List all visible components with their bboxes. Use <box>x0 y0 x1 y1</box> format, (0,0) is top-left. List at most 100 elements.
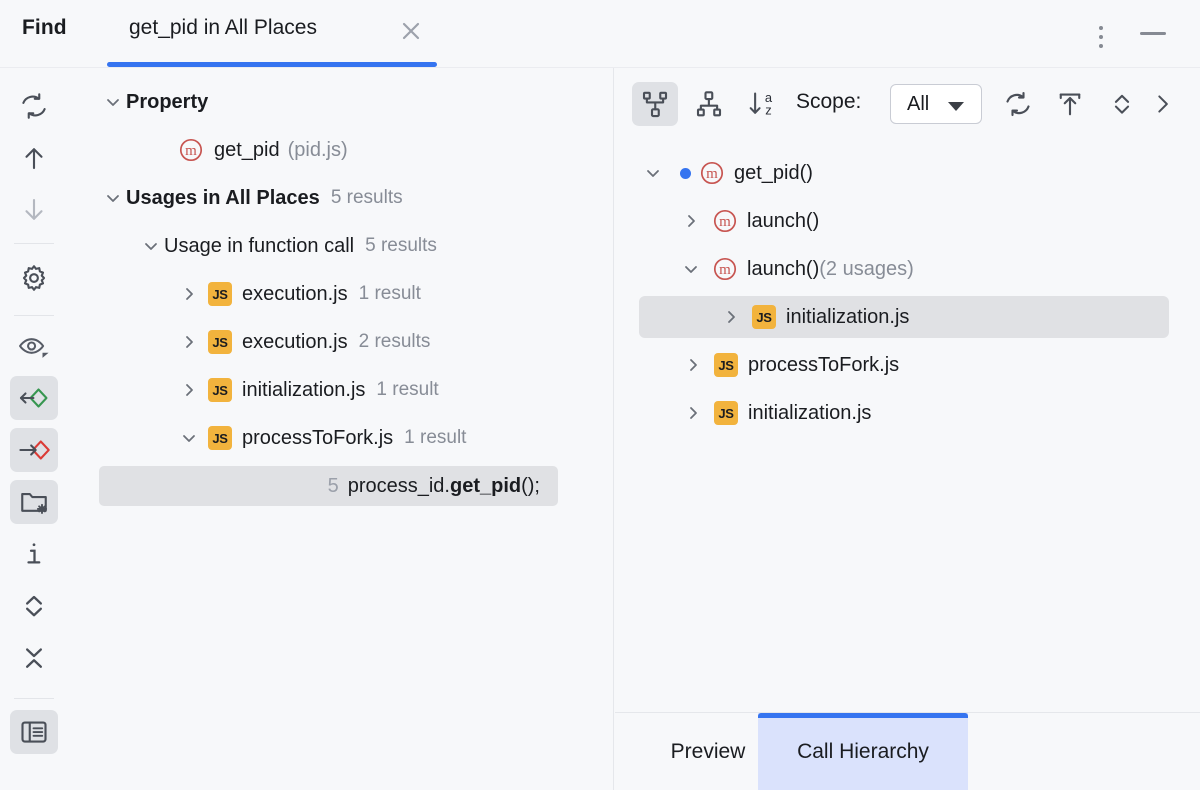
tree-node-property-group[interactable]: Property <box>68 82 614 122</box>
toolbar-divider <box>14 698 54 699</box>
code-result-row[interactable]: 5 process_id.get_pid(); <box>99 466 558 506</box>
svg-text:m: m <box>719 262 731 278</box>
tab-find-results-label: get_pid in All Places <box>129 16 317 40</box>
js-file-icon: JS <box>208 282 232 306</box>
chevron-right-icon[interactable] <box>680 352 706 378</box>
expand-all-icon[interactable] <box>10 584 58 628</box>
active-tab-underline <box>107 62 437 67</box>
hierarchy-node-label: processToFork.js <box>748 354 899 377</box>
preview-usages-eye-icon[interactable] <box>10 324 58 368</box>
overflow-chevron-icon[interactable] <box>1143 82 1181 126</box>
hierarchy-node-get-pid[interactable]: m get_pid() <box>640 152 813 194</box>
svg-text:m: m <box>706 166 718 182</box>
toggle-preview-panel-icon[interactable] <box>10 710 58 754</box>
js-file-icon: JS <box>714 353 738 377</box>
show-write-access-icon[interactable] <box>10 428 58 472</box>
code-result-line: 5 process_id.get_pid(); <box>99 466 558 506</box>
tree-node-file-execution-js-1[interactable]: JS execution.js 1 result <box>68 274 614 314</box>
code-prefix: process_id. <box>348 475 450 497</box>
close-icon[interactable] <box>398 18 424 44</box>
hierarchy-node-label: initialization.js <box>748 402 871 425</box>
chevron-down-icon[interactable] <box>100 185 126 211</box>
tree-node-file-initialization-js[interactable]: JS initialization.js 1 result <box>68 370 614 410</box>
js-file-icon: JS <box>714 401 738 425</box>
tree-node-label: processToFork.js <box>242 427 393 450</box>
tree-node-label: execution.js <box>242 331 348 354</box>
expand-collapse-icon[interactable] <box>1099 82 1145 126</box>
code-line-number: 5 <box>328 475 339 498</box>
bottom-tab-bar: Preview Call Hierarchy <box>615 713 1200 790</box>
svg-text:z: z <box>765 102 771 117</box>
toolbar-divider <box>14 243 54 244</box>
js-file-icon: JS <box>208 378 232 402</box>
hierarchy-node-launch-1[interactable]: m launch() <box>678 200 819 242</box>
current-node-marker-icon <box>680 168 691 179</box>
hierarchy-node-label: get_pid() <box>734 162 813 185</box>
chevron-down-icon <box>948 102 964 111</box>
info-icon[interactable] <box>10 532 58 576</box>
hierarchy-node-label: launch() <box>747 210 819 233</box>
group-by-file-structure-icon[interactable] <box>10 480 58 524</box>
find-results-tree: Property m get_pid (pid.js) Usages in Al… <box>68 68 614 790</box>
hierarchy-node-process-to-fork-js[interactable]: JS processToFork.js <box>680 344 899 386</box>
tab-call-hierarchy[interactable]: Call Hierarchy <box>758 713 968 790</box>
method-icon: m <box>699 160 725 186</box>
refresh-icon[interactable] <box>995 82 1041 126</box>
tree-node-label: Usages in All Places <box>126 187 320 210</box>
code-snippet: process_id.get_pid(); <box>348 475 540 498</box>
previous-occurrence-icon[interactable] <box>10 136 58 180</box>
sort-alphabetically-icon[interactable]: a z <box>740 82 786 126</box>
hierarchy-node-initialization-js[interactable]: JS initialization.js <box>680 392 871 434</box>
chevron-down-icon[interactable] <box>678 256 704 282</box>
js-file-icon: JS <box>208 426 232 450</box>
tree-node-count: 1 result <box>376 379 438 401</box>
method-icon: m <box>178 137 204 163</box>
hierarchy-node-label: initialization.js <box>786 306 909 329</box>
minimize-icon[interactable] <box>1138 14 1168 52</box>
find-toolbar <box>0 68 68 790</box>
chevron-right-icon[interactable] <box>176 377 202 403</box>
scope-dropdown[interactable]: All <box>890 84 982 124</box>
method-icon: m <box>712 208 738 234</box>
next-occurrence-icon[interactable] <box>10 188 58 232</box>
rerun-search-icon[interactable] <box>10 84 58 128</box>
chevron-down-icon[interactable] <box>640 160 666 186</box>
chevron-right-icon[interactable] <box>678 208 704 234</box>
hierarchy-node-launch-2[interactable]: m launch() (2 usages) <box>678 248 914 290</box>
settings-gear-icon[interactable] <box>10 256 58 300</box>
scope-dropdown-value: All <box>907 93 929 116</box>
tree-node-file-process-to-fork-js[interactable]: JS processToFork.js 1 result <box>68 418 614 458</box>
chevron-down-icon[interactable] <box>138 233 164 259</box>
tree-node-file-execution-js-2[interactable]: JS execution.js 2 results <box>68 322 614 362</box>
chevron-right-icon[interactable] <box>680 400 706 426</box>
chevron-right-icon[interactable] <box>176 281 202 307</box>
hierarchy-node-usages: (2 usages) <box>819 258 914 281</box>
collapse-all-icon[interactable] <box>10 636 58 680</box>
callee-hierarchy-icon[interactable] <box>632 82 678 126</box>
find-tool-window: Find get_pid in All Places <box>0 0 1200 790</box>
tree-node-usage-in-function-call[interactable]: Usage in function call 5 results <box>68 226 614 266</box>
tree-node-usages-group[interactable]: Usages in All Places 5 results <box>68 178 614 218</box>
code-match: get_pid <box>450 475 521 497</box>
chevron-right-icon[interactable] <box>176 329 202 355</box>
tab-find-results[interactable]: get_pid in All Places <box>107 0 437 67</box>
tree-node-property-get-pid[interactable]: m get_pid (pid.js) <box>68 130 614 170</box>
chevron-right-icon[interactable] <box>718 304 744 330</box>
tab-preview[interactable]: Preview <box>638 713 778 790</box>
caller-hierarchy-icon[interactable] <box>686 82 732 126</box>
code-suffix: (); <box>521 475 540 497</box>
tab-preview-label: Preview <box>671 740 746 764</box>
hierarchy-node-initialization-js-nested[interactable]: JS initialization.js <box>718 296 909 338</box>
tree-node-label: Property <box>126 91 208 114</box>
chevron-down-icon[interactable] <box>100 89 126 115</box>
toolbar-divider <box>14 315 54 316</box>
tree-node-label: get_pid <box>214 139 280 162</box>
export-to-text-icon[interactable] <box>1047 82 1093 126</box>
method-icon: m <box>712 256 738 282</box>
tab-call-hierarchy-label: Call Hierarchy <box>797 740 929 764</box>
more-options-icon[interactable] <box>1089 14 1113 52</box>
tree-node-label: Usage in function call <box>164 235 354 258</box>
show-read-access-icon[interactable] <box>10 376 58 420</box>
chevron-down-icon[interactable] <box>176 425 202 451</box>
svg-text:m: m <box>719 214 731 230</box>
